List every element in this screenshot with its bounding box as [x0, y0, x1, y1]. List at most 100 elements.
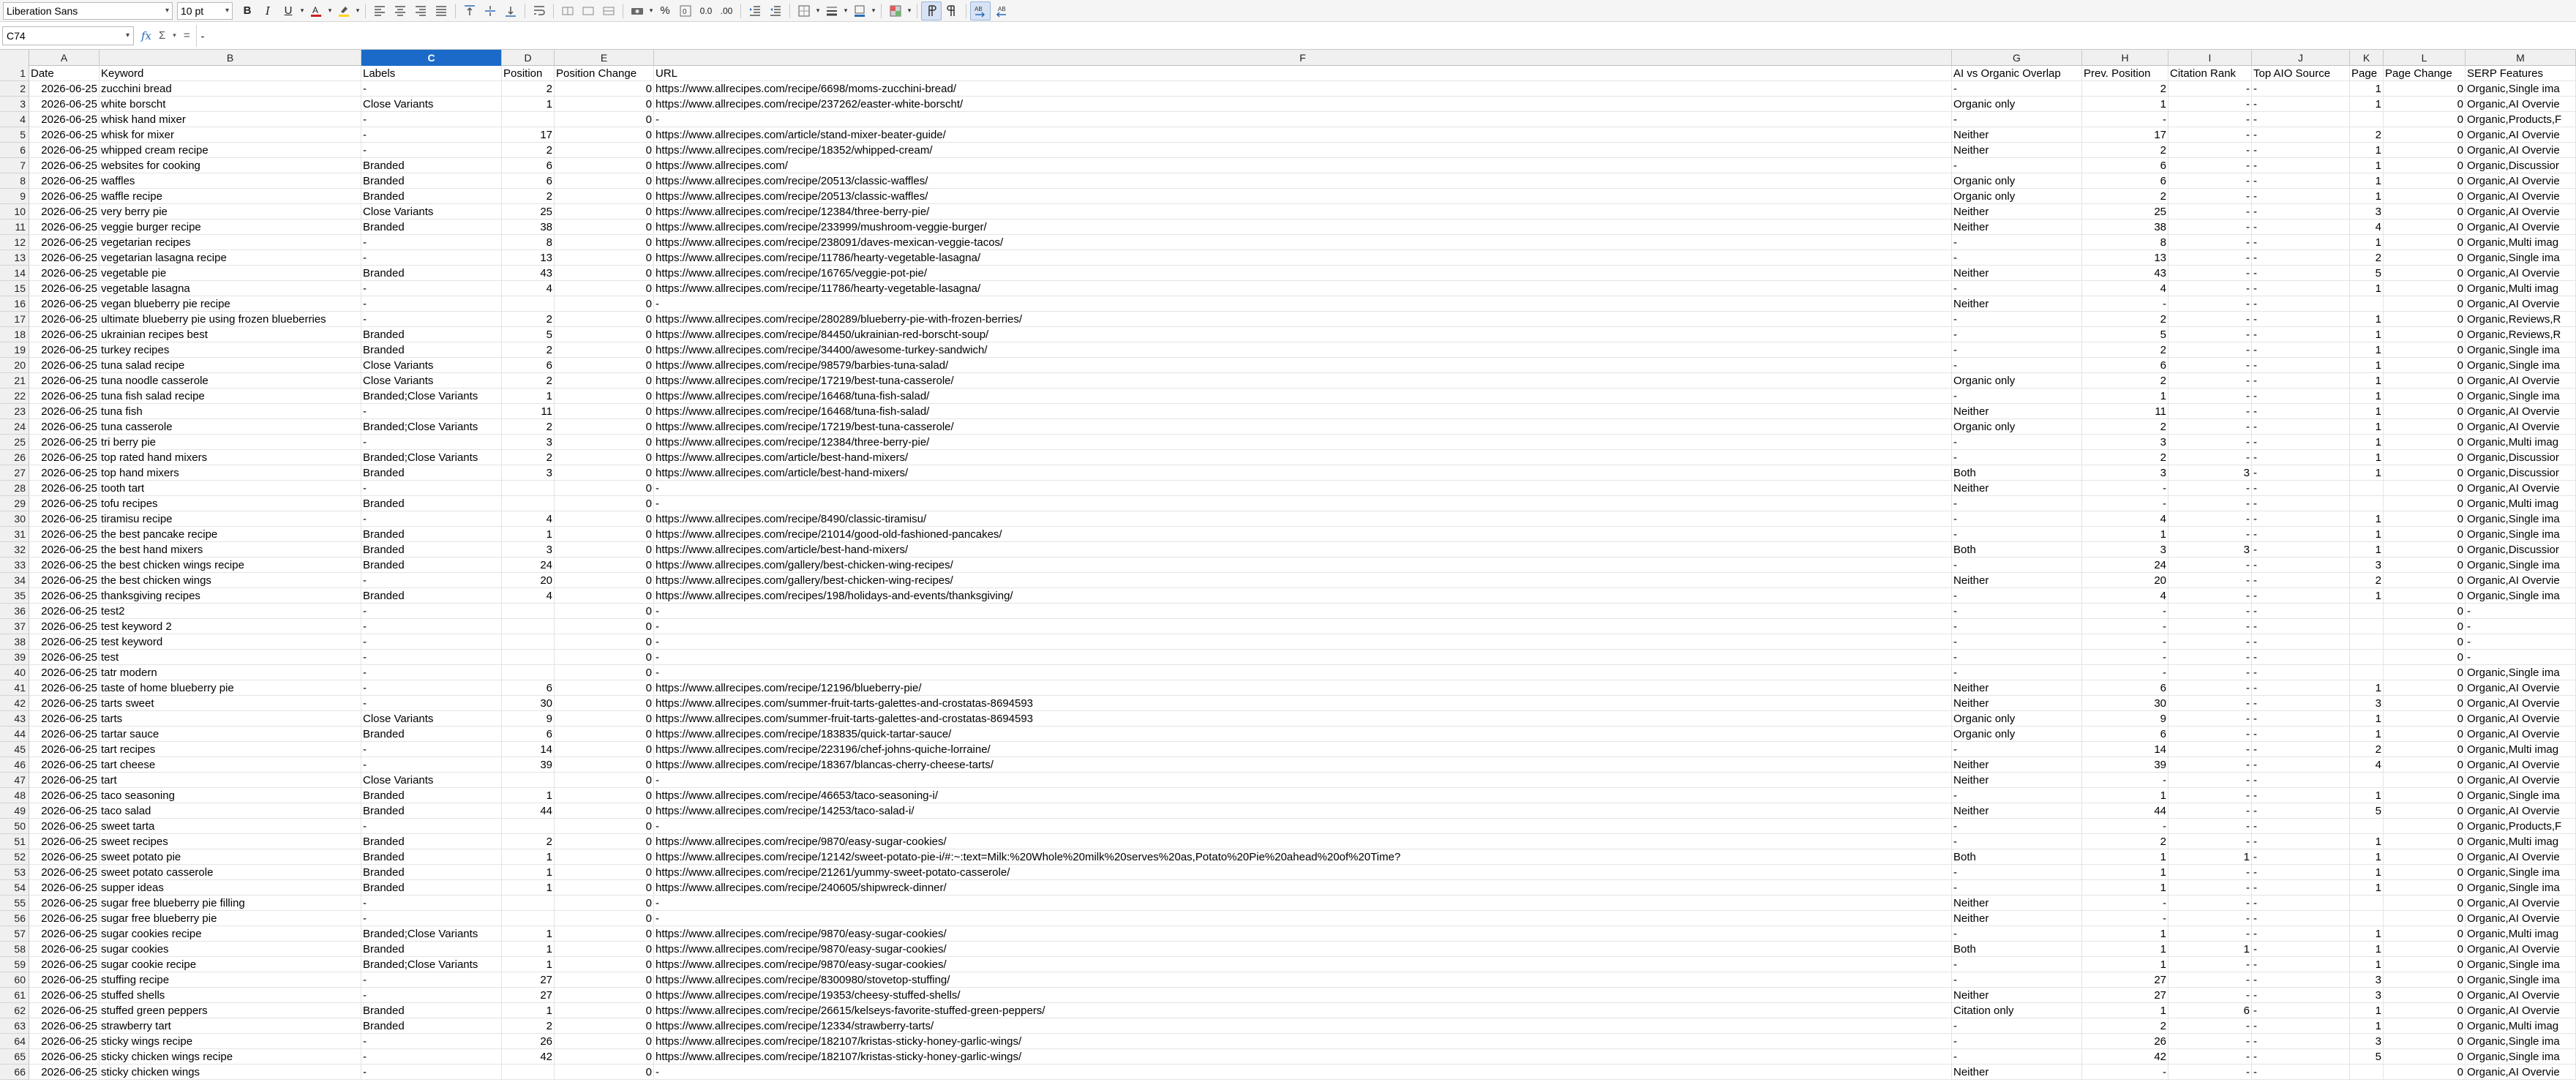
- cell[interactable]: 2026-06-25: [29, 1065, 99, 1080]
- cell[interactable]: 0: [2384, 250, 2466, 266]
- cell[interactable]: 0: [2384, 281, 2466, 296]
- cell[interactable]: 1: [502, 388, 555, 404]
- cell[interactable]: 0: [2384, 465, 2466, 481]
- row-header[interactable]: 2: [0, 81, 29, 97]
- cell[interactable]: -: [2252, 957, 2350, 972]
- row-header[interactable]: 25: [0, 435, 29, 450]
- cell[interactable]: whisk for mixer: [99, 127, 361, 143]
- cell[interactable]: 2026-06-25: [29, 926, 99, 942]
- cell[interactable]: https://www.allrecipes.com/recipe/8490/c…: [654, 511, 1952, 527]
- cell[interactable]: Neither: [1952, 1065, 2082, 1080]
- cell[interactable]: 2026-06-25: [29, 219, 99, 235]
- cell[interactable]: 27: [502, 988, 555, 1003]
- cell[interactable]: 38: [502, 219, 555, 235]
- cell[interactable]: [502, 619, 555, 634]
- cell[interactable]: Organic,Single ima: [2466, 81, 2576, 97]
- cell[interactable]: -: [2252, 972, 2350, 988]
- cell[interactable]: -: [1952, 327, 2082, 342]
- cell[interactable]: -: [2252, 342, 2350, 358]
- cell[interactable]: 1: [2082, 880, 2168, 896]
- cell[interactable]: 0: [2384, 742, 2466, 757]
- cell[interactable]: -: [2168, 235, 2252, 250]
- cell[interactable]: 5: [2350, 266, 2384, 281]
- cell[interactable]: -: [2252, 511, 2350, 527]
- chevron-down-icon[interactable]: ▾: [326, 1, 334, 20]
- cell[interactable]: https://www.allrecipes.com/recipe/830098…: [654, 972, 1952, 988]
- cell[interactable]: -: [1952, 834, 2082, 849]
- cell[interactable]: Branded: [361, 173, 502, 189]
- chevron-down-icon[interactable]: ▾: [842, 1, 849, 20]
- cell[interactable]: -: [2252, 1034, 2350, 1049]
- cell[interactable]: [2350, 112, 2384, 127]
- cell[interactable]: Branded;Close Variants: [361, 419, 502, 435]
- cell[interactable]: -: [2168, 511, 2252, 527]
- row-header[interactable]: 55: [0, 896, 29, 911]
- cell[interactable]: 0: [555, 1065, 654, 1080]
- cell[interactable]: -: [2466, 619, 2576, 634]
- cell[interactable]: [502, 1065, 555, 1080]
- column-header-e[interactable]: E: [555, 50, 654, 66]
- cell[interactable]: 1: [2168, 849, 2252, 865]
- cell[interactable]: 1: [2350, 942, 2384, 957]
- cell[interactable]: -: [2168, 419, 2252, 435]
- cell[interactable]: 2: [502, 450, 555, 465]
- cell[interactable]: 0: [2384, 880, 2466, 896]
- cell[interactable]: Organic,Single ima: [2466, 665, 2576, 680]
- row-header[interactable]: 37: [0, 619, 29, 634]
- cell[interactable]: -: [2252, 358, 2350, 373]
- cell[interactable]: https://www.allrecipes.com/recipe/21014/…: [654, 527, 1952, 542]
- cell[interactable]: -: [2168, 296, 2252, 312]
- row-header[interactable]: 34: [0, 573, 29, 588]
- cell[interactable]: 1: [502, 942, 555, 957]
- cell[interactable]: 1: [2350, 711, 2384, 727]
- cell[interactable]: 2026-06-25: [29, 1049, 99, 1065]
- cell[interactable]: -: [1952, 342, 2082, 358]
- cell[interactable]: Close Variants: [361, 773, 502, 788]
- cell[interactable]: Organic,AI Overvie: [2466, 189, 2576, 204]
- cell[interactable]: Organic,Multi imag: [2466, 235, 2576, 250]
- cell[interactable]: 2026-06-25: [29, 588, 99, 604]
- cell[interactable]: -: [2168, 773, 2252, 788]
- cell[interactable]: -: [2168, 450, 2252, 465]
- row-header[interactable]: 64: [0, 1034, 29, 1049]
- cell[interactable]: Both: [1952, 942, 2082, 957]
- cell[interactable]: 0: [2384, 112, 2466, 127]
- cell[interactable]: -: [2252, 557, 2350, 573]
- row-header[interactable]: 40: [0, 665, 29, 680]
- cell[interactable]: tarts: [99, 711, 361, 727]
- cell[interactable]: 2026-06-25: [29, 604, 99, 619]
- row-header[interactable]: 60: [0, 972, 29, 988]
- row-header[interactable]: 56: [0, 911, 29, 926]
- cell[interactable]: 0: [555, 604, 654, 619]
- cell[interactable]: -: [2252, 143, 2350, 158]
- cell[interactable]: 2: [502, 342, 555, 358]
- cell[interactable]: Organic,AI Overvie: [2466, 173, 2576, 189]
- cell[interactable]: -: [2252, 435, 2350, 450]
- row-header[interactable]: 14: [0, 266, 29, 281]
- cell[interactable]: Organic,AI Overvie: [2466, 849, 2576, 865]
- cell[interactable]: -: [2252, 219, 2350, 235]
- cell[interactable]: -: [2252, 373, 2350, 388]
- cell[interactable]: -: [1952, 557, 2082, 573]
- cell[interactable]: Organic,Multi imag: [2466, 496, 2576, 511]
- cell[interactable]: 1: [2082, 1003, 2168, 1018]
- currency-icon[interactable]: [627, 1, 647, 20]
- cell[interactable]: -: [1952, 604, 2082, 619]
- cell[interactable]: 13: [2082, 250, 2168, 266]
- cell[interactable]: 0: [2384, 803, 2466, 819]
- formula-input[interactable]: -: [195, 24, 2576, 47]
- cell[interactable]: 24: [502, 557, 555, 573]
- cell[interactable]: https://www.allrecipes.com/recipe/182107…: [654, 1049, 1952, 1065]
- cell[interactable]: -: [361, 511, 502, 527]
- cell[interactable]: -: [2168, 727, 2252, 742]
- cell[interactable]: 0: [2384, 634, 2466, 650]
- cell[interactable]: 2: [502, 373, 555, 388]
- cell[interactable]: Organic,AI Overvie: [2466, 680, 2576, 696]
- cell[interactable]: -: [361, 573, 502, 588]
- cell[interactable]: 1: [2350, 1018, 2384, 1034]
- cell[interactable]: -: [1952, 450, 2082, 465]
- cell[interactable]: 4: [502, 588, 555, 604]
- cell[interactable]: 1: [2082, 926, 2168, 942]
- cell[interactable]: Organic,AI Overvie: [2466, 711, 2576, 727]
- cell[interactable]: tiramisu recipe: [99, 511, 361, 527]
